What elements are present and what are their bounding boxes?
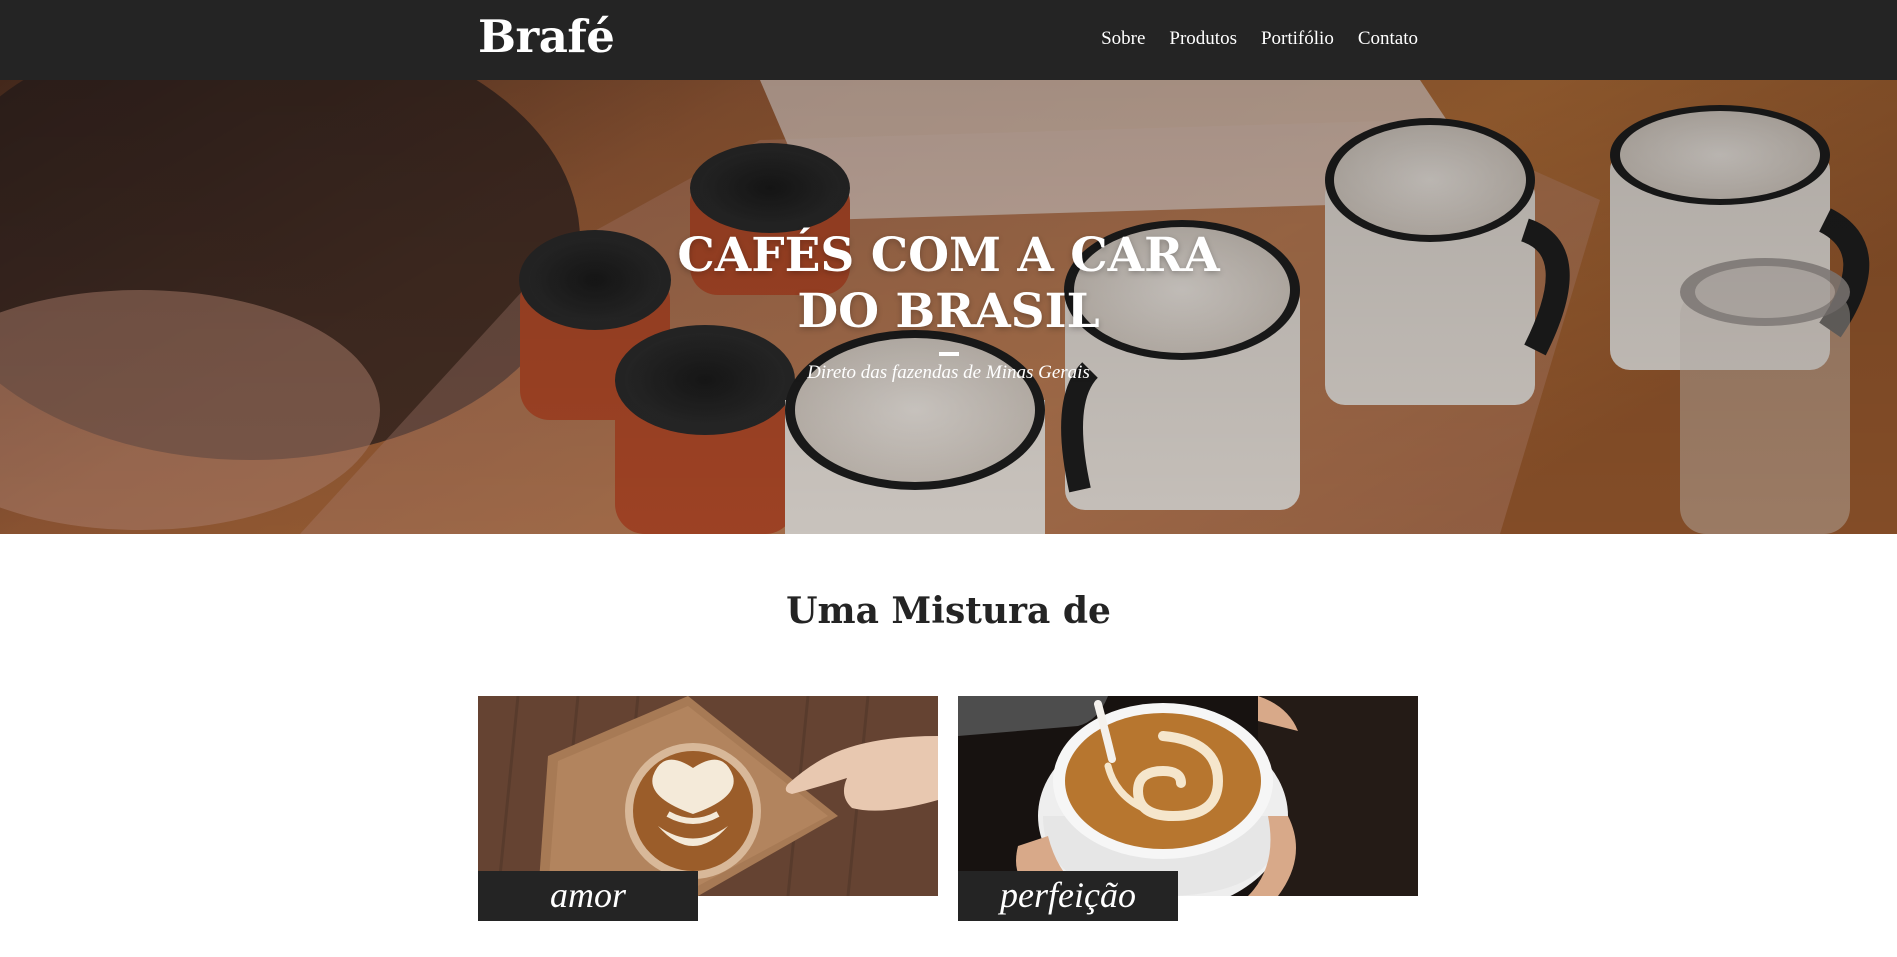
section-title: Uma Mistura de	[786, 590, 1111, 632]
nav-item-produtos: Produtos	[1169, 28, 1237, 50]
hero-title: CAFÉS COM A CARA DO BRASIL	[677, 228, 1220, 339]
mix-card-amor[interactable]: amor	[478, 696, 938, 952]
nav-link-sobre[interactable]: Sobre	[1101, 28, 1145, 49]
nav-link-produtos[interactable]: Produtos	[1169, 28, 1237, 49]
nav-link-contato[interactable]: Contato	[1358, 28, 1418, 49]
hero-divider	[938, 352, 959, 356]
nav-item-contato: Contato	[1358, 28, 1418, 50]
hero-text: CAFÉS COM A CARA DO BRASIL Direto das fa…	[0, 228, 1897, 384]
nav-item-portifolio: Portifólio	[1261, 28, 1334, 50]
site-header: Brafé Sobre Produtos Portifólio Contato	[0, 0, 1897, 80]
latte-art-photo	[478, 696, 938, 896]
latte-pour-photo	[958, 696, 1418, 896]
header-container: Brafé Sobre Produtos Portifólio Contato	[478, 0, 1418, 80]
card-caption-perfeicao: perfeição	[958, 871, 1178, 921]
mix-card-perfeicao[interactable]: perfeição	[958, 696, 1418, 952]
hero-banner: CAFÉS COM A CARA DO BRASIL Direto das fa…	[0, 80, 1897, 534]
card-caption-amor: amor	[478, 871, 698, 921]
latte-pour-image	[958, 696, 1418, 896]
latte-heart-image	[478, 696, 938, 896]
nav-item-sobre: Sobre	[1101, 28, 1145, 50]
hero-subtitle: Direto das fazendas de Minas Gerais	[807, 362, 1090, 383]
brand-logo[interactable]: Brafé	[478, 10, 615, 63]
nav-link-portifolio[interactable]: Portifólio	[1261, 28, 1334, 49]
main-nav: Sobre Produtos Portifólio Contato	[1101, 28, 1418, 50]
